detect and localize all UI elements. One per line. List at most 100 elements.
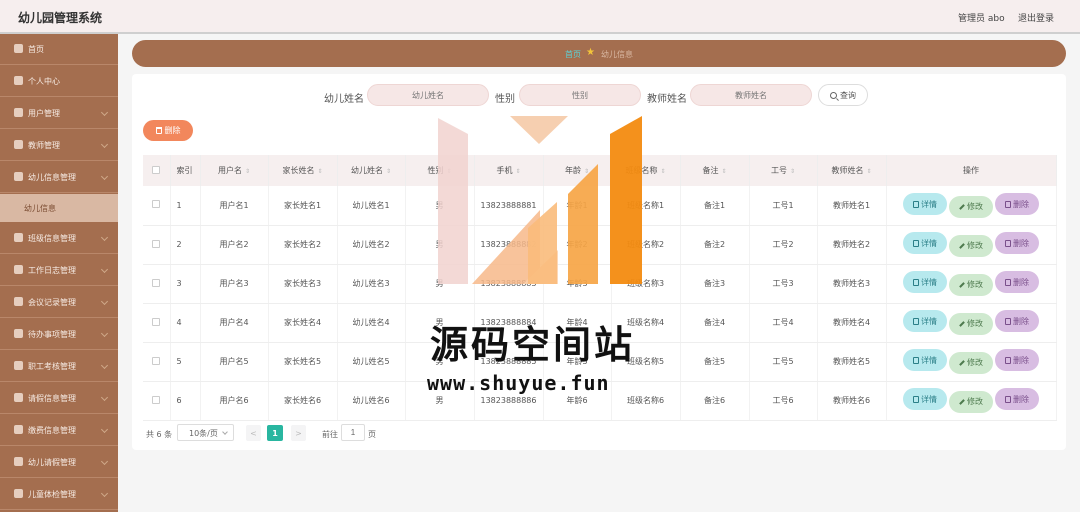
table-cell: 班级名称3 bbox=[611, 264, 681, 304]
delete-button-label: 删除 bbox=[1013, 394, 1029, 404]
sidebar-item-label: 教师管理 bbox=[28, 141, 60, 150]
table-cell: 家长姓名1 bbox=[268, 186, 338, 226]
table-cell: 用户名3 bbox=[200, 264, 269, 304]
sidebar-item-label: 班级信息管理 bbox=[28, 234, 76, 243]
edit-button-label: 修改 bbox=[967, 319, 983, 329]
logout-link[interactable]: 退出登录 bbox=[1018, 11, 1054, 24]
delete-button[interactable]: 删除 bbox=[995, 193, 1039, 215]
goto-page-input[interactable] bbox=[341, 424, 365, 441]
edit-button[interactable]: 修改 bbox=[949, 351, 993, 374]
column-header[interactable]: 手机 ⇕ bbox=[474, 155, 544, 186]
detail-button[interactable]: 详情 bbox=[903, 232, 947, 255]
table-cell: 教师姓名6 bbox=[817, 381, 887, 421]
edit-button[interactable]: 修改 bbox=[949, 312, 993, 335]
gender-label: 性别 bbox=[495, 94, 515, 105]
detail-button[interactable]: 详情 bbox=[903, 349, 947, 372]
pencil-icon bbox=[959, 281, 965, 288]
sidebar-item[interactable]: 会议记录管理 bbox=[0, 287, 118, 318]
sidebar-item[interactable]: 缴费信息管理 bbox=[0, 415, 118, 446]
sort-icon[interactable]: ⇕ bbox=[660, 168, 665, 175]
sidebar-subitem-active[interactable]: 幼儿信息 bbox=[0, 194, 118, 222]
column-header[interactable]: 家长姓名 ⇕ bbox=[268, 155, 338, 186]
sort-icon[interactable]: ⇕ bbox=[515, 168, 520, 175]
bulk-delete-label: 删除 bbox=[164, 126, 181, 135]
chevron-down-icon bbox=[100, 297, 109, 306]
sidebar-item[interactable]: 个人中心 bbox=[0, 66, 118, 97]
edit-button-label: 修改 bbox=[967, 358, 983, 368]
child-name-label: 幼儿姓名 bbox=[324, 94, 364, 105]
next-page-button[interactable]: > bbox=[291, 425, 306, 441]
sidebar-item[interactable]: 首页 bbox=[0, 34, 118, 65]
delete-button[interactable]: 删除 bbox=[995, 388, 1039, 411]
table-cell: 家长姓名5 bbox=[268, 342, 338, 382]
edit-button[interactable]: 修改 bbox=[949, 195, 993, 218]
prev-page-button[interactable]: < bbox=[246, 425, 261, 441]
column-header[interactable]: 工号 ⇕ bbox=[749, 155, 818, 186]
sort-icon[interactable]: ⇕ bbox=[317, 168, 322, 175]
sort-icon[interactable]: ⇕ bbox=[446, 168, 451, 175]
column-header[interactable]: 用户名 ⇕ bbox=[200, 155, 269, 186]
sidebar-item[interactable]: 班级信息管理 bbox=[0, 223, 118, 254]
column-header[interactable]: 备注 ⇕ bbox=[680, 155, 750, 186]
sidebar-item[interactable]: 待办事项管理 bbox=[0, 319, 118, 350]
sidebar-item[interactable]: 儿童体检管理 bbox=[0, 479, 118, 510]
sidebar-item[interactable]: 教师管理 bbox=[0, 130, 118, 161]
sort-icon[interactable]: ⇕ bbox=[245, 168, 250, 175]
column-header[interactable]: 教师姓名 ⇕ bbox=[817, 155, 887, 186]
row-checkbox[interactable] bbox=[152, 395, 161, 404]
sort-icon[interactable]: ⇕ bbox=[866, 168, 871, 175]
detail-button[interactable]: 详情 bbox=[903, 271, 947, 294]
table-cell: 幼儿姓名2 bbox=[337, 225, 406, 265]
detail-button-label: 详情 bbox=[921, 199, 937, 209]
column-header[interactable]: 性别 ⇕ bbox=[405, 155, 475, 186]
sidebar-item[interactable]: 职工考核管理 bbox=[0, 351, 118, 382]
detail-button[interactable]: 详情 bbox=[903, 310, 947, 333]
edit-button[interactable]: 修改 bbox=[949, 273, 993, 296]
trash-icon bbox=[1005, 239, 1011, 247]
row-checkbox[interactable] bbox=[152, 239, 161, 248]
column-header: 操作 bbox=[886, 155, 1057, 186]
page-1-button[interactable]: 1 bbox=[267, 425, 283, 441]
sidebar-item[interactable]: 幼儿请假管理 bbox=[0, 447, 118, 478]
table-cell: 用户名1 bbox=[200, 186, 269, 226]
sort-icon[interactable]: ⇕ bbox=[584, 168, 589, 175]
table-row: 3 用户名3 家长姓名3 幼儿姓名3 男 13823888883 年龄3 班级名称3 备注3 工号… bbox=[143, 264, 1057, 304]
edit-button[interactable]: 修改 bbox=[949, 390, 993, 413]
column-header[interactable]: 班级名称 ⇕ bbox=[611, 155, 681, 186]
sidebar-item-label: 幼儿请假管理 bbox=[28, 458, 76, 467]
bulk-delete-button[interactable]: 删除 bbox=[143, 120, 193, 141]
sidebar-item-label: 幼儿信息管理 bbox=[28, 173, 76, 182]
select-all-checkbox[interactable] bbox=[152, 165, 161, 174]
search-button[interactable]: 查询 bbox=[818, 84, 868, 106]
child-name-input[interactable] bbox=[367, 84, 489, 106]
delete-button[interactable]: 删除 bbox=[995, 310, 1039, 333]
column-header[interactable]: 幼儿姓名 ⇕ bbox=[337, 155, 406, 186]
sidebar-item[interactable]: 用户管理 bbox=[0, 98, 118, 129]
delete-button[interactable]: 删除 bbox=[995, 271, 1039, 294]
column-header[interactable]: 年龄 ⇕ bbox=[543, 155, 612, 186]
sort-icon[interactable]: ⇕ bbox=[790, 168, 795, 175]
edit-button-label: 修改 bbox=[967, 241, 983, 251]
sidebar-item-label: 待办事项管理 bbox=[28, 330, 76, 339]
page-size-select[interactable]: 10条/页 bbox=[177, 424, 234, 441]
delete-button[interactable]: 删除 bbox=[995, 232, 1039, 255]
teacher-name-input[interactable] bbox=[690, 84, 812, 106]
detail-button[interactable]: 详情 bbox=[903, 388, 947, 411]
breadcrumb-home[interactable]: 首页 bbox=[565, 49, 581, 60]
row-checkbox[interactable] bbox=[152, 317, 161, 326]
gender-input[interactable] bbox=[519, 84, 641, 106]
sidebar-item[interactable]: 幼儿信息管理 bbox=[0, 162, 118, 193]
sidebar-item[interactable]: 工作日志管理 bbox=[0, 255, 118, 286]
sidebar-item[interactable]: 请假信息管理 bbox=[0, 383, 118, 414]
meeting-icon bbox=[14, 297, 23, 306]
detail-button[interactable]: 详情 bbox=[903, 193, 947, 215]
sort-icon[interactable]: ⇕ bbox=[721, 168, 726, 175]
row-checkbox[interactable] bbox=[152, 356, 161, 365]
chevron-down-icon bbox=[100, 489, 109, 498]
edit-button[interactable]: 修改 bbox=[949, 234, 993, 257]
sort-icon[interactable]: ⇕ bbox=[386, 168, 391, 175]
watermark-title: 源码空间站 bbox=[430, 323, 636, 367]
row-checkbox[interactable] bbox=[152, 278, 161, 287]
delete-button[interactable]: 删除 bbox=[995, 349, 1039, 372]
row-checkbox[interactable] bbox=[152, 200, 161, 209]
